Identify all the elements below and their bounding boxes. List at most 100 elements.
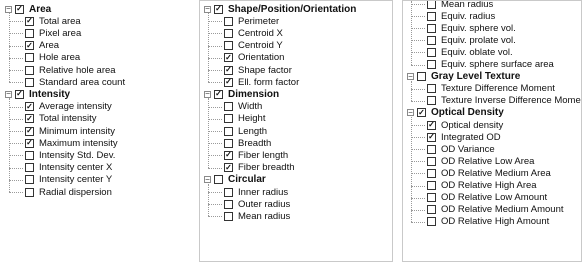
measurement-item-maximum-intensity[interactable]: Maximum intensity (25, 137, 118, 149)
measurement-checkbox[interactable] (427, 144, 436, 154)
measurement-item-od-relative-medium-area[interactable]: OD Relative Medium Area (427, 167, 551, 179)
measurement-item-ell-form-factor[interactable]: Ell. form factor (224, 76, 299, 88)
measurement-item-od-relative-high-amount[interactable]: OD Relative High Amount (427, 216, 549, 228)
measurement-checkbox[interactable] (224, 77, 233, 87)
measurement-item-intensity-center-x[interactable]: Intensity center X (25, 162, 112, 174)
measurement-item-perimeter[interactable]: Perimeter (224, 15, 279, 27)
category-checkbox[interactable] (417, 72, 426, 82)
measurement-checkbox[interactable] (25, 65, 34, 75)
measurement-item-od-variance[interactable]: OD Variance (427, 143, 495, 155)
measurement-checkbox[interactable] (224, 102, 233, 112)
measurement-item-orientation[interactable]: Orientation (224, 52, 284, 64)
measurement-item-minimum-intensity[interactable]: Minimum intensity (25, 125, 115, 137)
category-checkbox[interactable] (417, 108, 426, 118)
measurement-item-od-relative-medium-amount[interactable]: OD Relative Medium Amount (427, 204, 564, 216)
category-checkbox[interactable] (214, 4, 223, 14)
measurement-item-centroid-y[interactable]: Centroid Y (224, 40, 283, 52)
measurement-checkbox[interactable] (224, 138, 233, 148)
measurement-checkbox[interactable] (427, 35, 436, 45)
measurement-item-pixel-area[interactable]: Pixel area (25, 27, 81, 39)
measurement-checkbox[interactable] (25, 187, 34, 197)
measurement-item-hole-area[interactable]: Hole area (25, 52, 80, 64)
measurement-checkbox[interactable] (25, 41, 34, 51)
expand-collapse-icon[interactable]: − (204, 90, 211, 98)
measurement-item-od-relative-low-amount[interactable]: OD Relative Low Amount (427, 192, 547, 204)
category-area[interactable]: − Area (5, 3, 51, 15)
measurement-item-relative-hole-area[interactable]: Relative hole area (25, 64, 116, 76)
category-circular[interactable]: − Circular (204, 174, 266, 186)
measurement-checkbox[interactable] (25, 77, 34, 87)
measurement-item-shape-factor[interactable]: Shape factor (224, 64, 292, 76)
measurement-checkbox[interactable] (427, 60, 436, 69)
measurement-item-texture-inverse-difference-moment[interactable]: Texture Inverse Difference Moment (427, 95, 581, 107)
measurement-item-inner-radius[interactable]: Inner radius (224, 186, 288, 198)
measurement-checkbox[interactable] (25, 175, 34, 185)
measurement-item-width[interactable]: Width (224, 101, 262, 113)
measurement-item-outer-radius[interactable]: Outer radius (224, 198, 290, 210)
measurement-item-optical-density[interactable]: Optical density (427, 119, 503, 131)
measurement-checkbox[interactable] (427, 96, 436, 106)
measurement-checkbox[interactable] (25, 114, 34, 124)
measurement-item-total-area[interactable]: Total area (25, 15, 81, 27)
measurement-checkbox[interactable] (427, 132, 436, 142)
measurement-item-centroid-x[interactable]: Centroid X (224, 27, 283, 39)
measurement-item-mean-radius[interactable]: Mean radius (427, 1, 493, 10)
category-shape-position-orientation[interactable]: − Shape/Position/Orientation (204, 3, 356, 15)
expand-collapse-icon[interactable]: − (5, 90, 12, 98)
measurement-checkbox[interactable] (25, 163, 34, 173)
measurement-checkbox[interactable] (25, 150, 34, 160)
measurement-checkbox[interactable] (427, 120, 436, 130)
measurement-checkbox[interactable] (25, 53, 34, 63)
category-checkbox[interactable] (214, 89, 223, 99)
measurement-checkbox[interactable] (224, 199, 233, 209)
measurement-item-standard-area-count[interactable]: Standard area count (25, 76, 125, 88)
measurement-checkbox[interactable] (224, 28, 233, 38)
measurement-item-integrated-od[interactable]: Integrated OD (427, 131, 501, 143)
measurement-item-od-relative-low-area[interactable]: OD Relative Low Area (427, 155, 534, 167)
measurement-checkbox[interactable] (427, 156, 436, 166)
measurement-item-height[interactable]: Height (224, 113, 265, 125)
measurement-item-length[interactable]: Length (224, 125, 267, 137)
measurement-item-intensity-std-dev[interactable]: Intensity Std. Dev. (25, 149, 115, 161)
measurement-checkbox[interactable] (224, 150, 233, 160)
measurement-item-total-intensity[interactable]: Total intensity (25, 113, 97, 125)
measurement-checkbox[interactable] (224, 163, 233, 173)
measurement-checkbox[interactable] (427, 168, 436, 178)
category-checkbox[interactable] (15, 4, 24, 14)
measurement-checkbox[interactable] (25, 16, 34, 26)
measurement-checkbox[interactable] (224, 41, 233, 51)
measurement-checkbox[interactable] (25, 102, 34, 112)
measurement-item-breadth[interactable]: Breadth (224, 137, 271, 149)
category-dimension[interactable]: − Dimension (204, 88, 279, 100)
measurement-checkbox[interactable] (427, 23, 436, 33)
measurement-checkbox[interactable] (224, 187, 233, 197)
expand-collapse-icon[interactable]: − (204, 175, 211, 184)
measurement-item-equiv-oblate-vol[interactable]: Equiv. oblate vol. (427, 46, 513, 58)
measurement-checkbox[interactable] (427, 205, 436, 215)
expand-collapse-icon[interactable]: − (204, 5, 211, 13)
measurement-item-fiber-breadth[interactable]: Fiber breadth (224, 162, 295, 174)
category-checkbox[interactable] (214, 175, 223, 185)
measurement-checkbox[interactable] (224, 16, 233, 26)
measurement-item-intensity-center-y[interactable]: Intensity center Y (25, 174, 112, 186)
measurement-item-mean-radius[interactable]: Mean radius (224, 210, 290, 222)
category-intensity[interactable]: − Intensity (5, 88, 70, 100)
expand-collapse-icon[interactable]: − (5, 5, 12, 13)
measurement-item-area[interactable]: Area (25, 40, 59, 52)
measurement-checkbox[interactable] (224, 53, 233, 63)
measurement-checkbox[interactable] (25, 28, 34, 38)
measurement-checkbox[interactable] (427, 84, 436, 94)
measurement-checkbox[interactable] (224, 65, 233, 75)
measurement-checkbox[interactable] (224, 211, 233, 221)
measurement-checkbox[interactable] (427, 217, 436, 227)
measurement-item-od-relative-high-area[interactable]: OD Relative High Area (427, 180, 537, 192)
measurement-item-radial-dispersion[interactable]: Radial dispersion (25, 186, 112, 198)
expand-collapse-icon[interactable]: − (407, 108, 414, 117)
measurement-item-texture-difference-moment[interactable]: Texture Difference Moment (427, 83, 555, 95)
measurement-checkbox[interactable] (25, 126, 34, 136)
expand-collapse-icon[interactable]: − (407, 72, 414, 81)
measurement-checkbox[interactable] (427, 193, 436, 203)
category-gray-level-texture[interactable]: − Gray Level Texture (407, 71, 520, 83)
measurement-checkbox[interactable] (224, 114, 233, 124)
measurement-item-fiber-length[interactable]: Fiber length (224, 149, 288, 161)
